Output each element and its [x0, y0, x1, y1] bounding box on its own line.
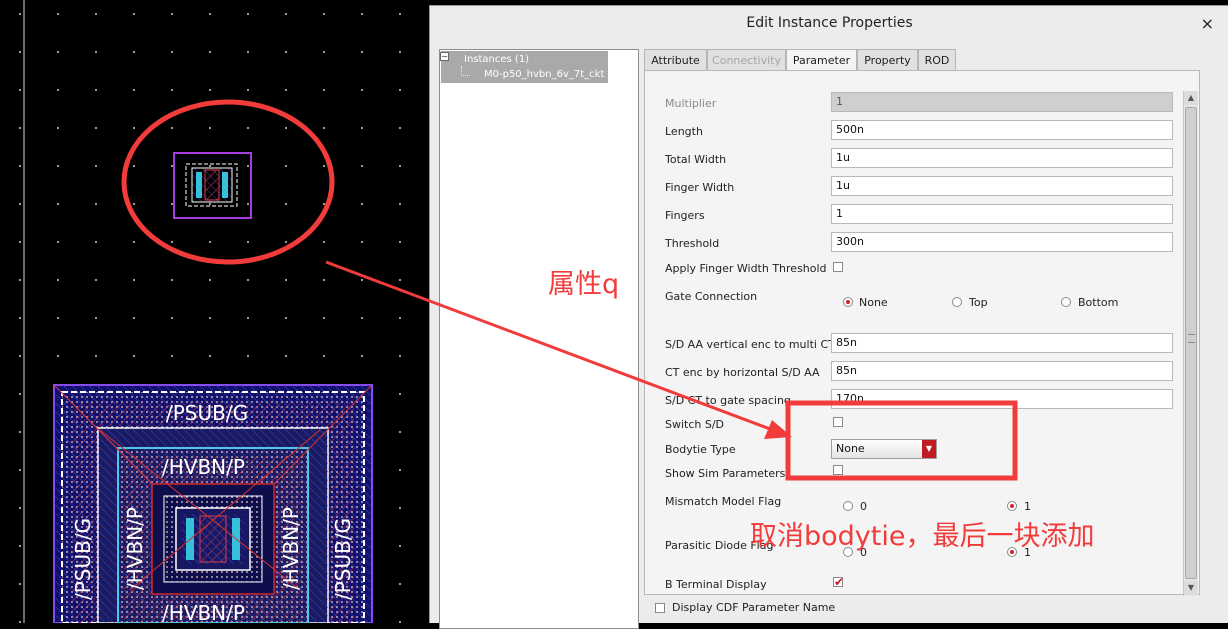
annotation-bodytie-note: 取消bodytie，最后一块添加: [750, 521, 1095, 552]
annotation-attribute-note: 属性q: [548, 269, 620, 300]
annotation-circle: [121, 99, 335, 265]
annotation-box: [785, 400, 1018, 481]
